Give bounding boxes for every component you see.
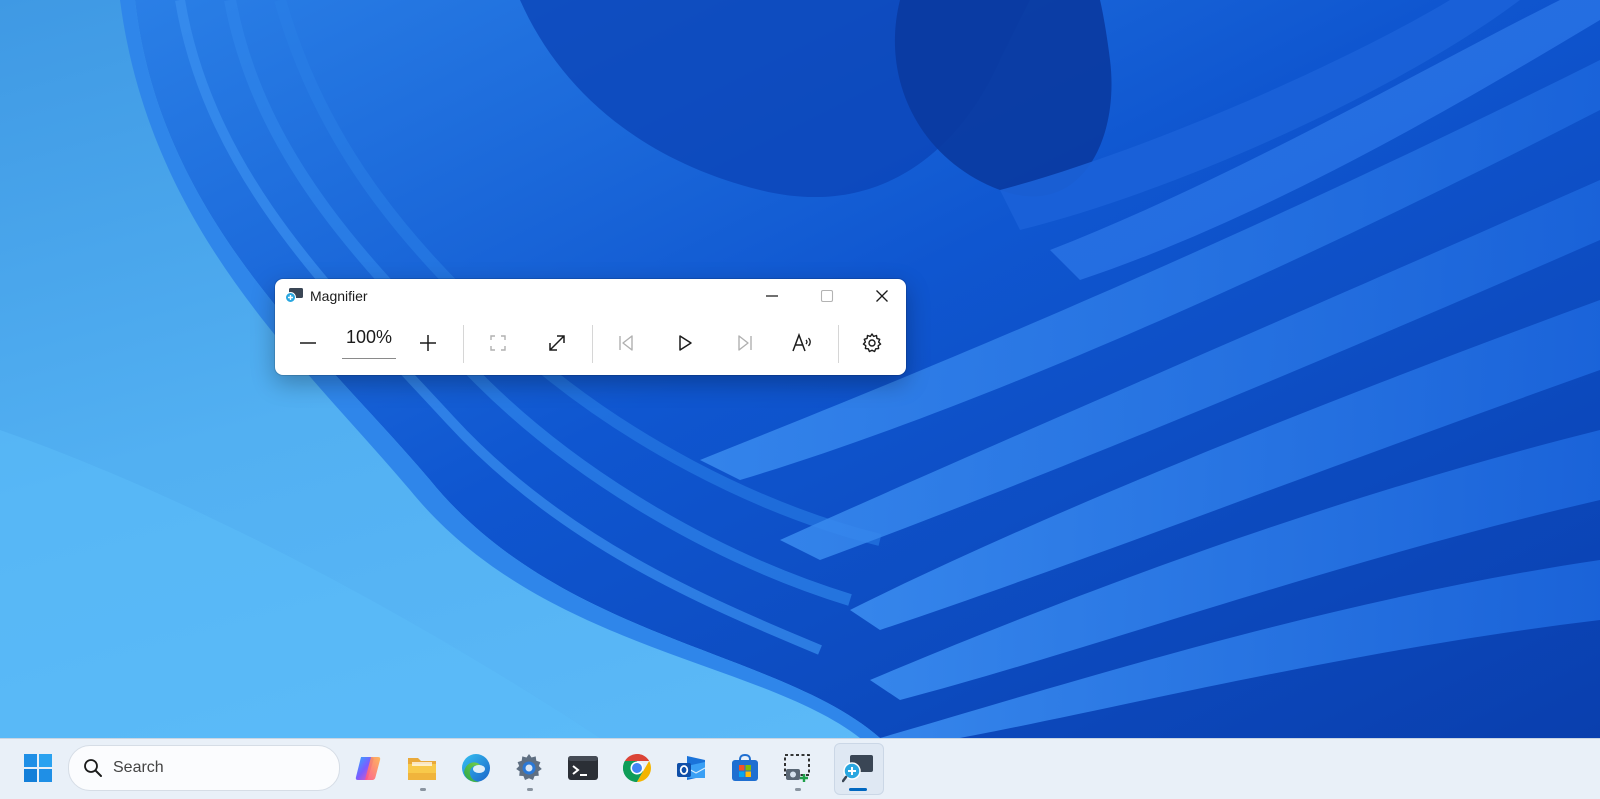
magnifier-app-icon (284, 287, 304, 305)
window-title: Magnifier (310, 288, 368, 304)
taskbar-app-snipping-tool[interactable] (776, 746, 820, 790)
taskbar-app-store[interactable] (723, 746, 767, 790)
folder-icon (408, 758, 436, 780)
gear-icon (516, 754, 542, 780)
search-icon (84, 759, 102, 777)
skip-next-icon (738, 335, 752, 351)
gear-icon (862, 333, 882, 353)
search-box[interactable]: Search (68, 745, 340, 791)
close-icon (876, 290, 888, 302)
active-indicator (849, 788, 867, 791)
plus-icon (420, 335, 436, 351)
taskbar-app-terminal[interactable] (561, 746, 605, 790)
toolbar-separator (838, 325, 839, 363)
read-aloud-icon (792, 332, 811, 352)
minimize-button[interactable] (745, 279, 799, 313)
running-indicator (420, 788, 426, 791)
change-view-button[interactable] (537, 323, 577, 363)
read-next-button[interactable] (725, 323, 765, 363)
start-button[interactable] (20, 750, 56, 786)
magnifier-icon (842, 755, 873, 783)
search-placeholder: Search (113, 759, 164, 776)
zoom-in-button[interactable] (408, 323, 448, 363)
read-play-button[interactable] (665, 323, 705, 363)
full-screen-icon (490, 335, 506, 351)
taskbar-app-magnifier[interactable] (836, 746, 880, 790)
title-bar[interactable]: Magnifier (275, 279, 906, 313)
taskbar-app-copilot[interactable] (346, 746, 390, 790)
outlook-icon (677, 756, 706, 780)
settings-button[interactable] (852, 323, 892, 363)
play-icon (679, 335, 692, 351)
maximize-button[interactable] (800, 279, 854, 313)
terminal-icon (568, 756, 598, 780)
taskbar-app-file-explorer[interactable] (400, 746, 444, 790)
running-indicator (795, 788, 801, 791)
minimize-icon (766, 295, 778, 297)
snipping-tool-icon (784, 754, 810, 782)
maximize-icon (820, 289, 834, 303)
close-button[interactable] (855, 279, 906, 313)
taskbar: Search (0, 738, 1600, 799)
taskbar-app-settings[interactable] (507, 746, 551, 790)
full-screen-view-button[interactable] (478, 323, 518, 363)
toolbar-separator (463, 325, 464, 363)
edge-icon (462, 754, 490, 783)
chrome-icon (623, 754, 651, 782)
copilot-icon (355, 757, 381, 780)
skip-previous-icon (619, 335, 633, 351)
zoom-out-button[interactable] (288, 323, 328, 363)
magnifier-toolbar: 100% (275, 313, 906, 375)
taskbar-app-edge[interactable] (454, 746, 498, 790)
minus-icon (300, 342, 316, 344)
windows-logo-icon (24, 754, 52, 782)
taskbar-app-chrome[interactable] (615, 746, 659, 790)
zoom-level[interactable]: 100% (342, 322, 396, 359)
read-previous-button[interactable] (606, 323, 646, 363)
toolbar-separator (592, 325, 593, 363)
store-icon (732, 753, 758, 781)
magnifier-window: Magnifier 100% (275, 279, 906, 375)
running-indicator (527, 788, 533, 791)
expand-diagonal-icon (549, 335, 565, 351)
taskbar-app-outlook[interactable] (669, 746, 713, 790)
read-from-here-button[interactable] (783, 323, 823, 363)
